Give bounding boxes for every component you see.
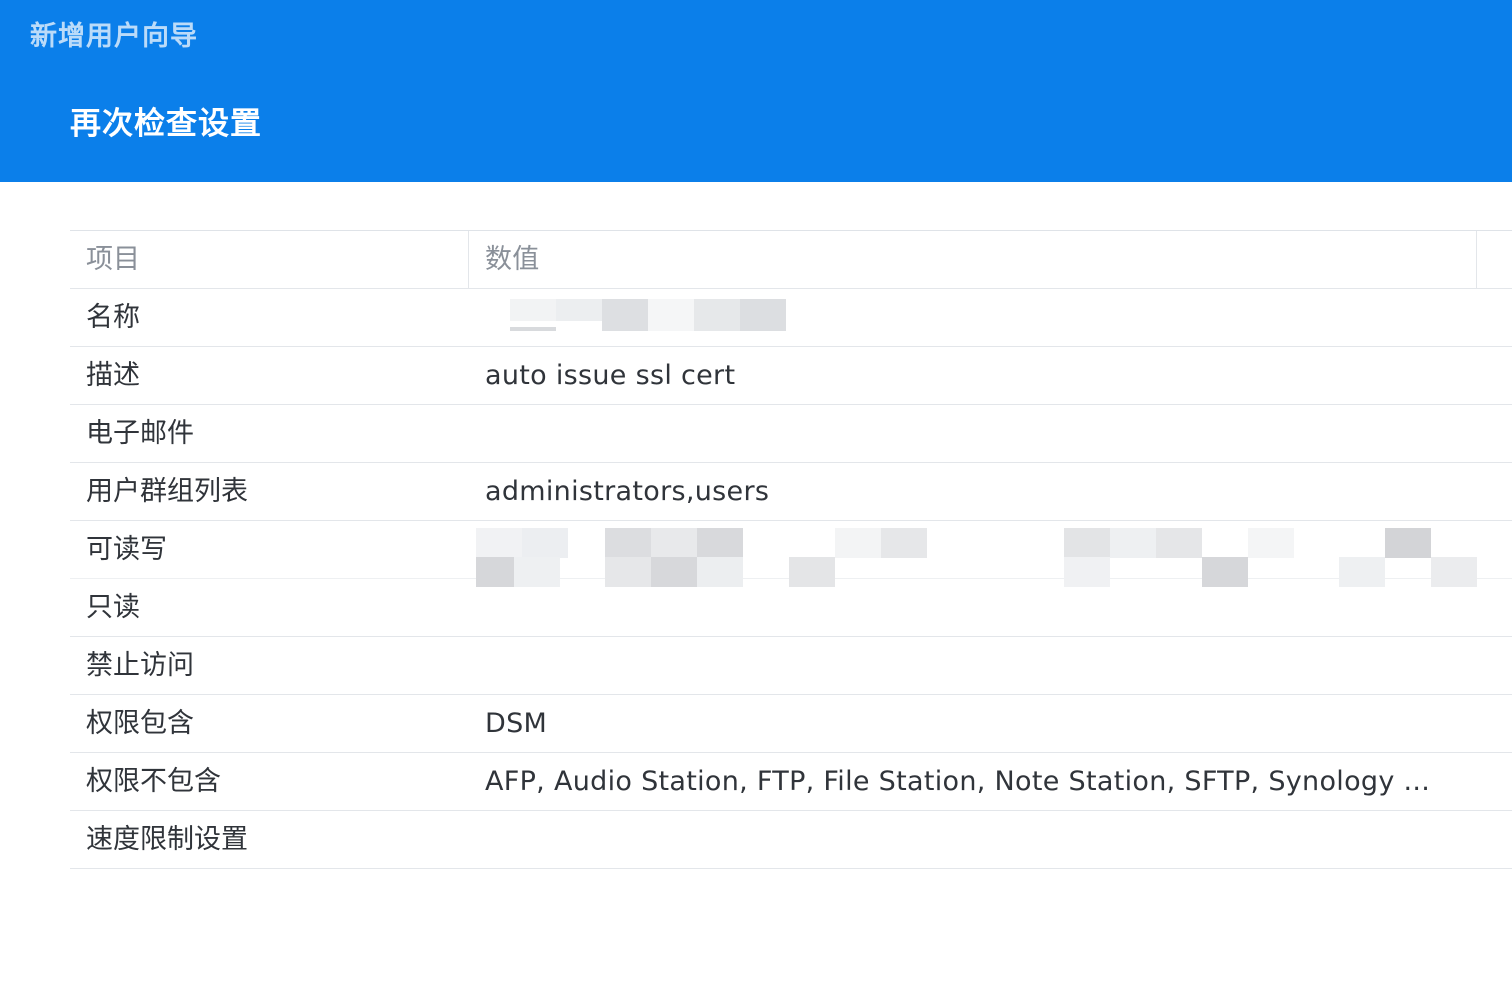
row-value <box>485 637 1475 694</box>
row-key: 只读 <box>86 592 140 623</box>
row-value <box>485 811 1475 868</box>
table-row-no-access: 禁止访问 <box>70 637 1512 695</box>
table-row-description: 描述 auto issue ssl cert <box>70 347 1512 405</box>
row-key: 禁止访问 <box>86 650 194 681</box>
row-value: administrators,users <box>485 476 770 507</box>
row-key: 名称 <box>86 302 140 333</box>
redacted-read-only-value <box>470 557 1480 587</box>
row-key: 速度限制设置 <box>86 824 248 855</box>
wizard-header: 新增用户向导 再次检查设置 <box>0 0 1512 182</box>
row-value: auto issue ssl cert <box>485 360 736 391</box>
column-header-value: 数值 <box>485 244 540 275</box>
row-value: DSM <box>485 708 548 739</box>
row-key: 可读写 <box>86 534 167 565</box>
row-key: 权限包含 <box>86 708 194 739</box>
column-header-item: 项目 <box>86 244 140 275</box>
row-key: 用户群组列表 <box>86 476 248 507</box>
column-divider-right <box>1476 231 1477 288</box>
table-row-email: 电子邮件 <box>70 405 1512 463</box>
review-table: 项目 数值 名称 描述 auto issue ssl cert 电子邮件 用户群… <box>70 230 1512 869</box>
wizard-title: 新增用户向导 <box>30 21 198 52</box>
table-row-permission-exclude: 权限不包含 AFP, Audio Station, FTP, File Stat… <box>70 753 1512 811</box>
column-divider <box>468 231 469 288</box>
row-value <box>485 405 1475 462</box>
table-header-row: 项目 数值 <box>70 231 1512 289</box>
table-row-speed-limit: 速度限制设置 <box>70 811 1512 869</box>
row-key: 电子邮件 <box>86 418 194 449</box>
table-row-permission-include: 权限包含 DSM <box>70 695 1512 753</box>
table-row-name: 名称 <box>70 289 1512 347</box>
row-key: 权限不包含 <box>86 766 221 797</box>
row-key: 描述 <box>86 360 140 391</box>
table-row-groups: 用户群组列表 administrators,users <box>70 463 1512 521</box>
table-row-read-only: 只读 <box>70 557 1512 637</box>
step-title: 再次检查设置 <box>70 106 262 142</box>
row-value: AFP, Audio Station, FTP, File Station, N… <box>485 766 1431 797</box>
redacted-name-value <box>470 289 1480 346</box>
